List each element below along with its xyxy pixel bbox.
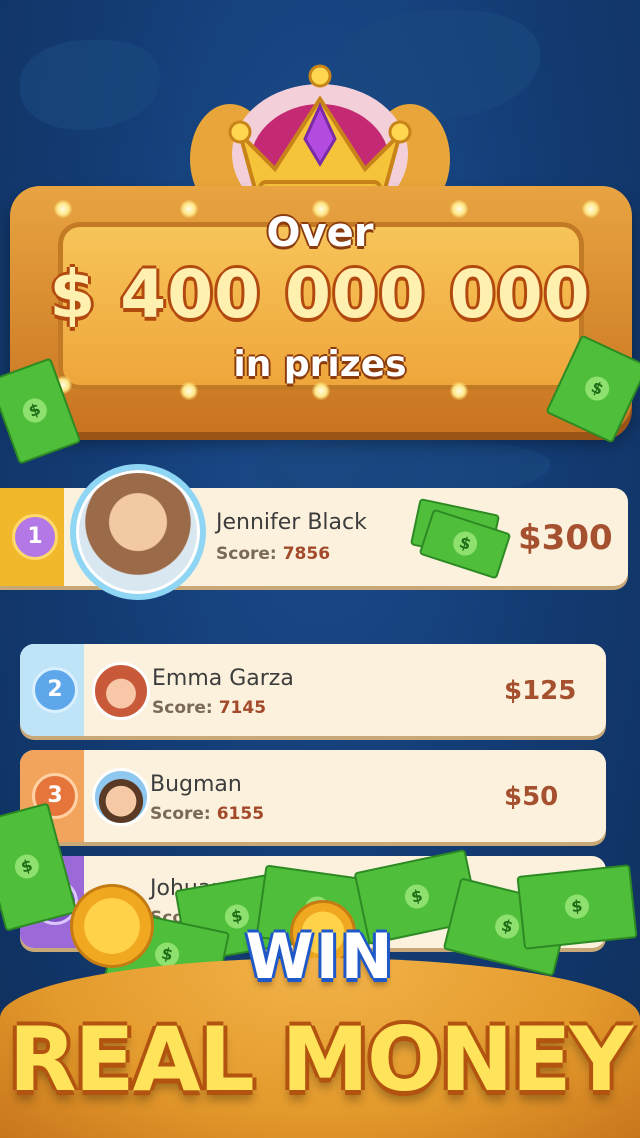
over-label: Over	[266, 210, 374, 256]
score-value: 6155	[216, 804, 265, 824]
score-label: Score:	[216, 544, 277, 564]
player-score: Score: 7145	[152, 698, 266, 718]
in-prizes-label: in prizes	[233, 344, 407, 385]
player-name: Emma Garza	[152, 666, 294, 691]
prize-value: $125	[504, 676, 577, 706]
rank-1-medal-icon: 1	[12, 514, 58, 560]
player-name: Bugman	[150, 772, 242, 797]
prize-amount: $ 400 000 000	[49, 256, 591, 333]
win-title: WIN	[245, 920, 395, 993]
score-label: Score:	[152, 698, 213, 718]
prize-value: $300	[518, 518, 613, 558]
score-label: Score:	[150, 804, 211, 824]
leaderboard-row-3: 3 Bugman Score: 6155 $50	[20, 750, 606, 842]
score-value: 7145	[218, 698, 267, 718]
real-money-title: REAL MONEY	[8, 1008, 634, 1111]
player-score: Score: 7856	[216, 544, 330, 564]
avatar	[70, 464, 206, 600]
prize-value: $50	[504, 782, 559, 812]
avatar	[92, 662, 150, 720]
rank-2-medal-icon: 2	[32, 667, 78, 713]
avatar	[92, 768, 150, 826]
leaderboard-row-2: 2 Emma Garza Score: 7145 $125	[20, 644, 606, 736]
score-value: 7856	[282, 544, 331, 564]
player-score: Score: 6155	[150, 804, 264, 824]
player-name: Jennifer Black	[216, 510, 367, 535]
